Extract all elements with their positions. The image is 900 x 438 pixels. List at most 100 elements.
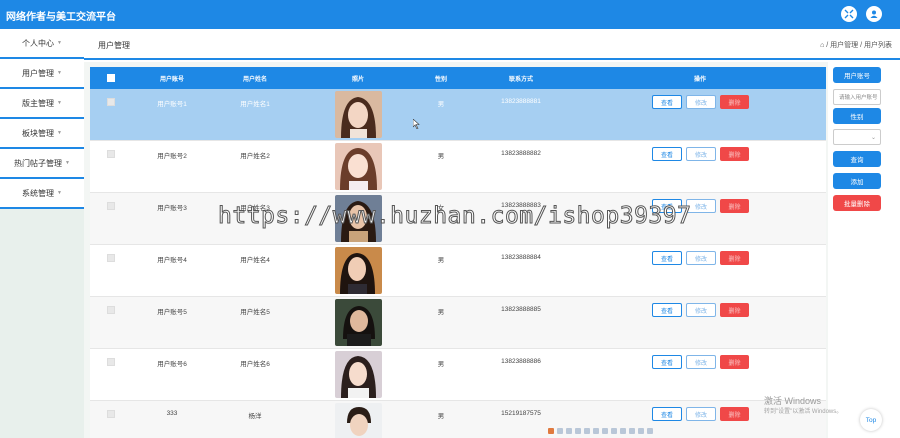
- search-button[interactable]: 查询: [833, 151, 881, 167]
- sidebar-item-label: 版主管理: [22, 98, 55, 108]
- delete-button[interactable]: 删除: [720, 303, 749, 317]
- activate-windows-subtitle: 转到"设置"以激活 Windows。: [764, 409, 843, 415]
- cell-phone: 13823888882: [501, 150, 541, 157]
- select-all-checkbox[interactable]: [107, 74, 115, 82]
- cell-gender: 男: [437, 413, 445, 420]
- column-header-phone[interactable]: 联系方式: [486, 74, 556, 83]
- table-row[interactable]: 用户账号1 用户姓名1 男 13823888881 查看 修改 删除: [90, 89, 826, 141]
- tray-icon: [557, 428, 563, 434]
- chevron-down-icon: ▼: [57, 40, 62, 46]
- view-button[interactable]: 查看: [652, 407, 682, 421]
- sidebar-item-personal-center[interactable]: 个人中心 ▼: [0, 29, 84, 59]
- row-checkbox[interactable]: [107, 202, 115, 210]
- cell-name: 用户姓名1: [240, 101, 270, 108]
- watermark-text: https://www.huzhan.com/ishop39397: [217, 203, 692, 230]
- sidebar-item-hot-posts[interactable]: 热门帖子管理 ▼: [0, 149, 84, 179]
- view-button[interactable]: 查看: [652, 355, 682, 369]
- sidebar-item-board-management[interactable]: 板块管理 ▼: [0, 119, 84, 149]
- delete-button[interactable]: 删除: [720, 251, 749, 265]
- cell-account: 用户账号4: [157, 257, 187, 264]
- app-title: 网络作者与美工交流平台: [6, 12, 116, 23]
- cell-gender: 男: [437, 257, 445, 264]
- table-row[interactable]: 用户账号5 用户姓名5 男 13823888885 查看 修改 删除: [90, 297, 826, 349]
- cell-gender: 男: [437, 101, 445, 108]
- edit-button[interactable]: 修改: [686, 147, 716, 161]
- edit-button[interactable]: 修改: [686, 251, 716, 265]
- cell-gender: 男: [437, 361, 445, 368]
- user-icon[interactable]: [866, 6, 882, 22]
- cell-name: 用户姓名6: [240, 361, 270, 368]
- view-button[interactable]: 查看: [652, 251, 682, 265]
- cell-gender: 男: [437, 309, 445, 316]
- sidebar-item-label: 个人中心: [22, 38, 55, 48]
- column-header-name[interactable]: 用户姓名: [225, 74, 285, 83]
- chevron-down-icon: ▼: [57, 130, 62, 136]
- tray-icon: [638, 428, 644, 434]
- gender-filter-button[interactable]: 性别: [833, 108, 881, 124]
- tray-icon: [629, 428, 635, 434]
- chevron-down-icon: ▼: [57, 100, 62, 106]
- cell-name: 用户姓名4: [240, 257, 270, 264]
- column-header-gender[interactable]: 性别: [413, 74, 469, 83]
- expand-icon[interactable]: [841, 6, 857, 22]
- user-photo: [335, 299, 382, 346]
- cell-phone: 13823888884: [501, 254, 541, 261]
- sidebar: 个人中心 ▼ 用户管理 ▼ 版主管理 ▼ 板块管理 ▼ 热门帖子管理 ▼ 系统管理 ▼: [0, 29, 84, 438]
- tray-icon: [575, 428, 581, 434]
- row-checkbox[interactable]: [107, 150, 115, 158]
- delete-button[interactable]: 删除: [720, 95, 749, 109]
- row-checkbox[interactable]: [107, 306, 115, 314]
- cell-account: 333: [166, 410, 178, 417]
- search-panel: 用户账号 请输入用户账号 性别 ⌄ 查询 添加 批量删除: [828, 62, 900, 438]
- row-checkbox[interactable]: [107, 358, 115, 366]
- sidebar-item-label: 用户管理: [22, 68, 55, 78]
- tray-icon: [593, 428, 599, 434]
- delete-button[interactable]: 删除: [720, 147, 749, 161]
- cell-account: 用户账号5: [157, 309, 187, 316]
- view-button[interactable]: 查看: [652, 95, 682, 109]
- tray-icon: [611, 428, 617, 434]
- cell-phone: 13823888881: [501, 98, 541, 105]
- table-row[interactable]: 333 杨洋 男 15219187575 查看 修改 删除: [90, 401, 826, 438]
- user-photo: [335, 91, 382, 138]
- user-photo: [335, 247, 382, 294]
- chevron-down-icon: ⌄: [870, 135, 876, 141]
- breadcrumb[interactable]: ⌂ / 用户管理 / 用户列表: [820, 40, 892, 50]
- edit-button[interactable]: 修改: [686, 407, 716, 421]
- delete-button[interactable]: 删除: [720, 199, 749, 213]
- table-row[interactable]: 用户账号6 用户姓名6 男 13823888886 查看 修改 删除: [90, 349, 826, 401]
- user-photo: [335, 403, 382, 438]
- edit-button[interactable]: 修改: [686, 95, 716, 109]
- edit-button[interactable]: 修改: [686, 355, 716, 369]
- sidebar-item-moderator-management[interactable]: 版主管理 ▼: [0, 89, 84, 119]
- column-header-account[interactable]: 用户账号: [142, 74, 202, 83]
- sidebar-item-user-management[interactable]: 用户管理 ▼: [0, 59, 84, 89]
- edit-button[interactable]: 修改: [686, 303, 716, 317]
- cell-account: 用户账号3: [157, 205, 187, 212]
- cell-name: 杨洋: [248, 413, 262, 420]
- delete-button[interactable]: 删除: [720, 355, 749, 369]
- add-button[interactable]: 添加: [833, 173, 881, 189]
- row-checkbox[interactable]: [107, 254, 115, 262]
- cell-account: 用户账号2: [157, 153, 187, 160]
- view-button[interactable]: 查看: [652, 303, 682, 317]
- table-row[interactable]: 用户账号4 用户姓名4 男 13823888884 查看 修改 删除: [90, 245, 826, 297]
- back-to-top-button[interactable]: Top: [860, 409, 882, 431]
- tray-icon: [620, 428, 626, 434]
- cell-phone: 13823888885: [501, 306, 541, 313]
- page-title: 用户管理: [98, 41, 130, 50]
- user-photo: [335, 351, 382, 398]
- account-search-input[interactable]: 请输入用户账号: [833, 89, 881, 105]
- row-checkbox[interactable]: [107, 98, 115, 106]
- delete-button[interactable]: 删除: [720, 407, 749, 421]
- cell-gender: 男: [437, 153, 445, 160]
- batch-delete-button[interactable]: 批量删除: [833, 195, 881, 211]
- row-checkbox[interactable]: [107, 410, 115, 418]
- view-button[interactable]: 查看: [652, 147, 682, 161]
- sidebar-item-label: 热门帖子管理: [14, 158, 63, 168]
- chevron-down-icon: ▼: [65, 160, 70, 166]
- table-row[interactable]: 用户账号2 用户姓名2 男 13823888882 查看 修改 删除: [90, 141, 826, 193]
- account-filter-button[interactable]: 用户账号: [833, 67, 881, 83]
- sidebar-item-system-management[interactable]: 系统管理 ▼: [0, 179, 84, 209]
- gender-select[interactable]: ⌄: [833, 129, 881, 145]
